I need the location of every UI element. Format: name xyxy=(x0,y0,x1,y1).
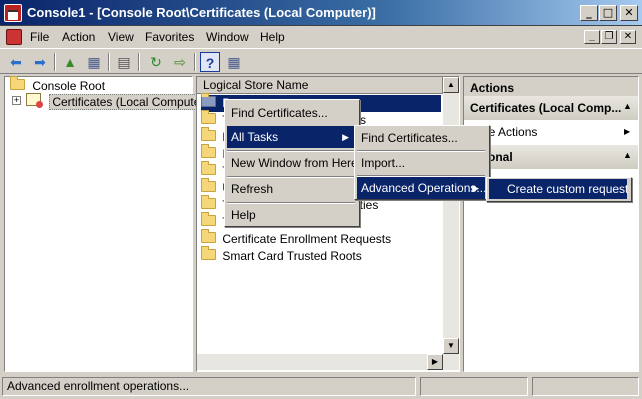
actions-section-personal[interactable]: ersonal xyxy=(464,145,638,169)
tree-item-label: Certificates (Local Computer) xyxy=(49,94,212,110)
up-folder-icon[interactable]: ▲ xyxy=(60,52,80,72)
scroll-up-button[interactable]: ▲ xyxy=(443,77,459,93)
menu-window[interactable]: Window xyxy=(206,30,249,44)
all-tasks-submenu: Find Certificates... Import... Advanced … xyxy=(354,125,490,200)
forward-arrow-icon[interactable]: ➡ xyxy=(30,52,50,72)
export-list-icon[interactable]: ⇨ xyxy=(170,52,190,72)
submenu-arrow-icon: ▶ xyxy=(472,183,479,193)
submenu-arrow-icon: ▶ xyxy=(624,127,631,136)
toolbar-separator xyxy=(194,53,196,71)
console-menu-icon[interactable] xyxy=(6,29,22,45)
folder-icon xyxy=(201,144,216,158)
submenu-arrow-icon: ▶ xyxy=(342,132,349,142)
folder-icon xyxy=(201,229,216,243)
menu-bar: File Action View Favorites Window Help _… xyxy=(0,26,642,48)
context-menu: Find Certificates... All Tasks ▶ New Win… xyxy=(224,99,360,227)
actions-pane xyxy=(463,76,639,372)
menu-help[interactable]: Help xyxy=(260,30,285,44)
mdi-close-button[interactable]: ✕ xyxy=(620,30,636,44)
close-button[interactable]: ✕ xyxy=(620,5,638,21)
menu-item-import[interactable]: Import... xyxy=(357,152,485,174)
back-arrow-icon[interactable]: ⬅ xyxy=(6,52,26,72)
toolbar: ⬅ ➡ ▲ ▦ ▤ ↻ ⇨ ? ▦ xyxy=(0,48,642,74)
title-bar[interactable]: Console1 - [Console Root\Certificates (L… xyxy=(0,0,642,26)
menu-item-advanced-operations[interactable]: Advanced Operations... ▶ xyxy=(357,177,487,199)
mmc-app-icon[interactable] xyxy=(4,4,22,22)
menu-file[interactable]: File xyxy=(30,30,49,44)
status-field xyxy=(420,377,528,396)
menu-item-refresh[interactable]: Refresh xyxy=(227,178,355,200)
menu-favorites[interactable]: Favorites xyxy=(145,30,194,44)
menu-item-new-window[interactable]: New Window from Here xyxy=(227,152,358,174)
minimize-button[interactable]: _ xyxy=(580,5,598,21)
folder-icon xyxy=(201,195,216,209)
menu-item-help[interactable]: Help xyxy=(227,204,355,226)
toolbar-separator xyxy=(138,53,140,71)
folder-icon xyxy=(10,76,25,90)
mdi-minimize-button[interactable]: _ xyxy=(584,30,600,44)
horizontal-scrollbar[interactable]: ▶ xyxy=(197,354,459,370)
folder-icon xyxy=(201,110,216,124)
toolbar-separator xyxy=(108,53,110,71)
scroll-down-button[interactable]: ▼ xyxy=(443,338,459,354)
refresh-icon[interactable]: ↻ xyxy=(146,52,166,72)
menu-item-create-custom-request[interactable]: Create custom request xyxy=(489,179,628,199)
menu-item-find-certificates[interactable]: Find Certificates... xyxy=(227,102,355,124)
section-title: Certificates (Local Comp... xyxy=(470,101,622,115)
maximize-button[interactable]: □ xyxy=(599,5,617,21)
list-item-label: Smart Card Trusted Roots xyxy=(222,249,362,263)
actions-section-certificates[interactable]: Certificates (Local Comp... xyxy=(464,96,638,120)
status-text: Advanced enrollment operations... xyxy=(2,377,416,396)
menu-item-find-certificates[interactable]: Find Certificates... xyxy=(357,127,485,149)
folder-icon xyxy=(201,178,216,192)
folder-icon xyxy=(201,127,216,141)
collapse-icon[interactable]: ▲ xyxy=(623,150,632,160)
console-tree-pane[interactable] xyxy=(4,76,193,372)
menu-view[interactable]: View xyxy=(108,30,134,44)
list-item-label: Certificate Enrollment Requests xyxy=(222,232,392,246)
column-header-logical-store-name[interactable]: Logical Store Name xyxy=(197,77,443,94)
menu-action[interactable]: Action xyxy=(62,30,95,44)
menu-item-label: Advanced Operations... xyxy=(361,181,487,195)
folder-icon xyxy=(201,246,216,260)
folder-icon xyxy=(201,161,216,175)
tree-item-label: Console Root xyxy=(32,79,106,93)
status-field xyxy=(532,377,639,396)
certificate-store-icon xyxy=(26,93,43,108)
show-hide-action-pane-icon[interactable]: ▦ xyxy=(224,52,244,72)
help-icon[interactable]: ? xyxy=(200,52,220,72)
list-item[interactable]: Certificate Enrollment Requests xyxy=(201,229,392,248)
show-hide-tree-icon[interactable]: ▦ xyxy=(84,52,104,72)
scroll-right-button[interactable]: ▶ xyxy=(427,354,443,370)
folder-icon xyxy=(201,93,216,107)
status-bar: Advanced enrollment operations... xyxy=(0,374,642,399)
window-title: Console1 - [Console Root\Certificates (L… xyxy=(27,5,376,20)
tree-item-certificates[interactable]: Certificates (Local Computer) xyxy=(26,93,212,110)
list-item[interactable]: Smart Card Trusted Roots xyxy=(201,246,362,265)
properties-icon[interactable]: ▤ xyxy=(114,52,134,72)
mdi-restore-button[interactable]: ❐ xyxy=(601,30,617,44)
collapse-icon[interactable]: ▲ xyxy=(623,101,632,111)
advanced-operations-submenu: Create custom request xyxy=(486,177,632,202)
folder-icon xyxy=(201,212,216,226)
menu-item-label: All Tasks xyxy=(231,130,279,144)
tree-expander[interactable]: + xyxy=(12,96,21,105)
menu-item-all-tasks[interactable]: All Tasks ▶ xyxy=(227,126,355,148)
vertical-scrollbar[interactable]: ▲ ▼ xyxy=(443,77,459,370)
toolbar-separator xyxy=(54,53,56,71)
